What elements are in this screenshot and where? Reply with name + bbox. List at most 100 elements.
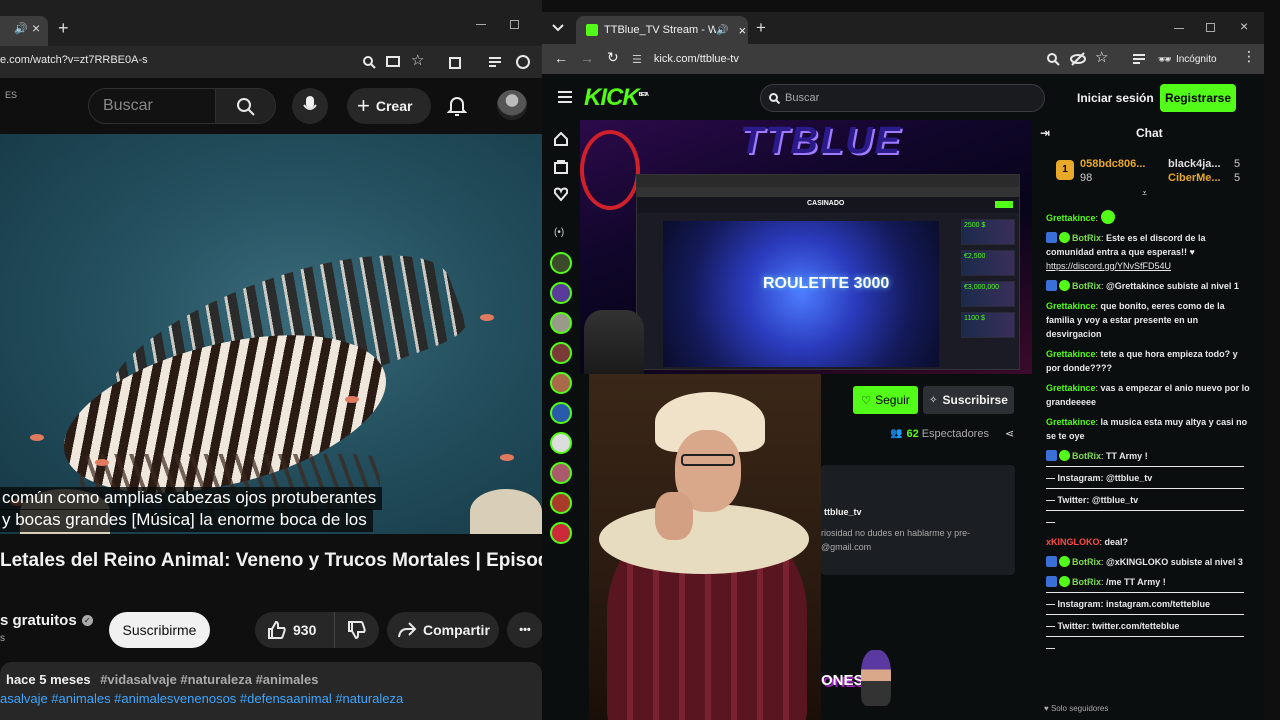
subscribe-button[interactable]: Suscribirme	[109, 612, 210, 648]
stream-screen-capture: CASINADO ROULETTE 3000 2500 $ €2,500 €3,…	[636, 174, 1020, 370]
yt-url[interactable]: e.com/watch?v=zt7RRBE0A-s	[0, 54, 148, 66]
minimize-icon[interactable]	[476, 24, 486, 25]
chat-username[interactable]: BotRix	[1072, 577, 1101, 587]
hashtags-list[interactable]: asalvaje #animales #animalesvenenosos #d…	[0, 691, 542, 706]
thumbs-up-icon	[268, 620, 286, 639]
yt-tab-bar: 🔊 × +	[0, 0, 542, 46]
chat-username[interactable]: xKINGLOKO	[1046, 537, 1100, 547]
yt-search-box[interactable]: Buscar	[88, 88, 276, 124]
chat-username[interactable]: BotRix	[1072, 233, 1101, 243]
channel-avatar[interactable]	[550, 492, 572, 514]
hashtags-top[interactable]: #vidasalvaje #naturaleza #animales	[100, 672, 318, 687]
gifter-name[interactable]: black4ja...	[1168, 158, 1221, 170]
cast-icon[interactable]	[386, 55, 400, 69]
channel-avatar[interactable]	[550, 282, 572, 304]
zoom-icon[interactable]	[362, 55, 376, 69]
home-icon[interactable]	[554, 132, 568, 146]
chat-username[interactable]: Grettakince	[1046, 213, 1096, 223]
subscribe-button[interactable]: ✧ Suscribirse	[923, 386, 1014, 414]
incognito-label: Incógnito	[1175, 53, 1217, 65]
game-thumb: 1100 $	[961, 312, 1015, 338]
voice-search-button[interactable]	[292, 88, 328, 124]
minimize-icon[interactable]	[1174, 28, 1184, 29]
zoom-icon[interactable]	[1046, 52, 1060, 66]
country-code: ES	[5, 90, 18, 100]
new-tab-icon[interactable]: +	[756, 18, 766, 38]
like-button[interactable]: 930	[255, 612, 335, 648]
profile-icon[interactable]	[516, 55, 530, 69]
create-button[interactable]: + Crear	[347, 88, 431, 124]
video-description[interactable]: hace 5 meses #vidasalvaje #naturaleza #a…	[0, 662, 542, 720]
extensions-icon[interactable]	[448, 55, 462, 69]
chat-link[interactable]: https://discord.gg/YNvSfFD54U	[1046, 261, 1171, 271]
follow-button[interactable]: ♡ Seguir	[853, 386, 918, 414]
yt-search-input[interactable]: Buscar	[103, 97, 153, 115]
kick-logo[interactable]: KICKBETA	[584, 84, 649, 112]
channel-avatar[interactable]	[550, 312, 572, 334]
channel-avatar[interactable]	[550, 432, 572, 454]
forward-icon[interactable]: →	[580, 50, 594, 66]
site-info-icon[interactable]: ☰	[632, 53, 642, 66]
chat-username[interactable]: Grettakince	[1046, 349, 1096, 359]
channel-avatar[interactable]	[550, 522, 572, 544]
hamburger-menu-icon[interactable]	[558, 91, 572, 103]
yt-search-button[interactable]	[215, 89, 275, 123]
tab-close-icon[interactable]: ×	[32, 20, 40, 36]
cam-hand	[655, 492, 693, 540]
avatar[interactable]	[497, 90, 527, 120]
notifications-bell-icon[interactable]	[447, 95, 467, 117]
share-icon[interactable]: ⋖	[1005, 427, 1014, 440]
browser-menu-icon[interactable]: ⋮	[1242, 48, 1256, 65]
streamer-webcam-small	[584, 310, 644, 374]
channel-name[interactable]: s gratuitos ✓	[0, 612, 93, 629]
about-email: @gmail.com	[821, 542, 872, 552]
kick-tab[interactable]: TTBlue_TV Stream - Watch 🔊 ×	[576, 16, 748, 44]
channel-avatar[interactable]	[550, 402, 572, 424]
stream-player[interactable]: TTBLUE CASINADO ROULETTE 3000 2500 $ €2,…	[580, 120, 1032, 374]
verified-badge-icon	[1059, 232, 1070, 243]
following-heart-icon[interactable]	[554, 187, 568, 201]
dislike-button[interactable]	[335, 612, 379, 648]
chat-text: —	[1046, 643, 1055, 653]
video-player[interactable]: común como amplias cabezas ojos protuber…	[0, 134, 542, 534]
media-queue-icon[interactable]	[488, 55, 502, 69]
chat-username[interactable]: Grettakince	[1046, 301, 1096, 311]
follow-label: Seguir	[875, 393, 910, 407]
chat-username[interactable]: BotRix	[1072, 281, 1101, 291]
login-button[interactable]: Iniciar sesión	[1077, 91, 1154, 105]
new-tab-icon[interactable]: +	[58, 18, 69, 39]
chat-username[interactable]: Grettakince	[1046, 417, 1096, 427]
bookmark-star-icon[interactable]: ☆	[411, 51, 424, 69]
channel-avatar[interactable]	[550, 462, 572, 484]
gifter-name[interactable]: 058bdc806...	[1080, 158, 1145, 170]
channel-avatar[interactable]	[550, 342, 572, 364]
kick-search-input[interactable]: Buscar	[760, 84, 1045, 112]
chat-text: — Twitter: twitter.com/tetteblue	[1046, 621, 1180, 631]
chat-username[interactable]: BotRix	[1072, 451, 1101, 461]
channel-avatar[interactable]	[550, 252, 572, 274]
expand-chevron-icon[interactable]: ⩡	[1142, 188, 1147, 199]
gifter-name[interactable]: CiberMe...	[1168, 172, 1221, 184]
mod-badge-icon	[1046, 232, 1057, 243]
media-queue-icon[interactable]	[1132, 52, 1146, 66]
register-button[interactable]: Registrarse	[1160, 84, 1236, 112]
reload-icon[interactable]: ↻	[607, 49, 619, 66]
maximize-icon[interactable]	[1206, 23, 1215, 32]
incognito-badge[interactable]: 🕶 Incógnito	[1158, 48, 1217, 70]
back-icon[interactable]: ←	[554, 50, 568, 66]
bookmark-star-icon[interactable]: ☆	[1095, 48, 1108, 66]
eye-off-icon[interactable]	[1070, 52, 1086, 66]
chat-username[interactable]: Grettakince	[1046, 383, 1096, 393]
more-actions-button[interactable]: •••	[507, 612, 542, 648]
maximize-icon[interactable]	[510, 20, 519, 29]
tab-search-chevron-icon[interactable]	[552, 24, 564, 32]
close-window-icon[interactable]: ×	[1240, 18, 1248, 34]
channel-avatar[interactable]	[550, 372, 572, 394]
browse-icon[interactable]	[554, 160, 568, 174]
kick-tab-bar: TTBlue_TV Stream - Watch 🔊 × + ×	[542, 12, 1264, 44]
chat-username[interactable]: BotRix	[1072, 557, 1101, 567]
yt-tab[interactable]: 🔊 ×	[0, 16, 48, 46]
collapse-chat-icon[interactable]: ⇥	[1040, 126, 1050, 140]
tab-close-icon[interactable]: ×	[738, 23, 746, 38]
share-button[interactable]: Compartir	[387, 612, 499, 648]
